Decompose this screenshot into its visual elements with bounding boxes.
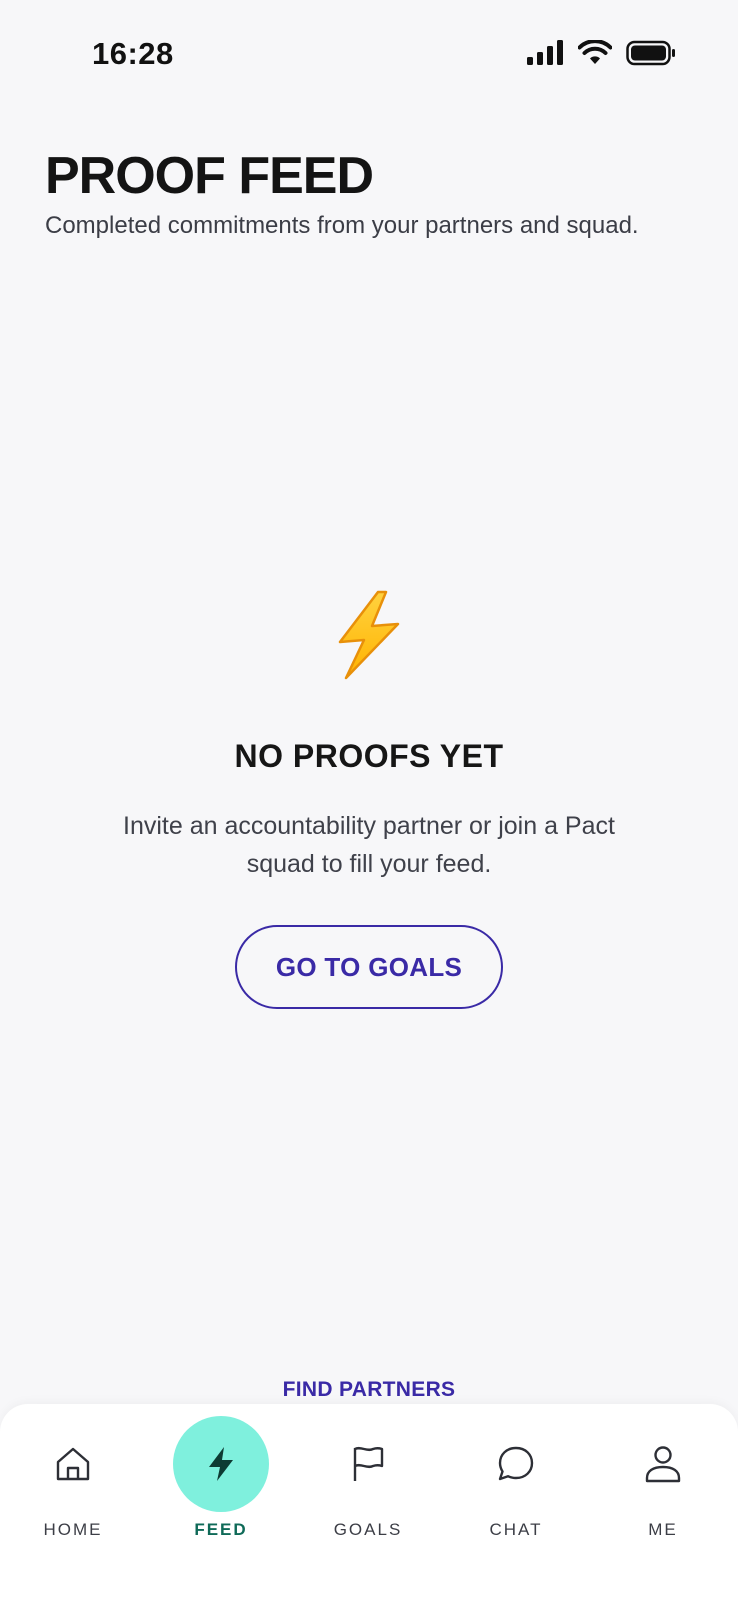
user-icon	[645, 1446, 681, 1483]
tab-feed[interactable]: FEED	[161, 1404, 281, 1554]
tab-goals[interactable]: GOALS	[308, 1404, 428, 1554]
wifi-icon	[578, 40, 612, 64]
goals-icon-container	[320, 1416, 416, 1512]
lightning-bolt-icon	[338, 590, 400, 680]
page-subtitle: Completed commitments from your partners…	[45, 212, 639, 239]
find-partners-link[interactable]: FIND PARTNERS	[0, 1378, 738, 1402]
tab-feed-label: FEED	[194, 1520, 248, 1539]
tab-home-label: HOME	[43, 1520, 103, 1539]
feed-icon-container	[173, 1416, 269, 1512]
empty-state-message: Invite an accountability partner or join…	[123, 812, 615, 878]
status-bar: 16:28	[0, 0, 738, 110]
go-to-goals-button[interactable]: GO TO GOALS	[235, 925, 503, 1009]
chat-icon-container	[468, 1416, 564, 1512]
tab-me[interactable]: ME	[603, 1404, 723, 1554]
tab-chat-label: CHAT	[489, 1520, 543, 1539]
bottom-tab-bar: HOME FEED GOALS CHAT ME	[0, 1404, 738, 1600]
home-icon	[56, 1447, 90, 1481]
tab-goals-label: GOALS	[333, 1520, 403, 1539]
flag-icon	[353, 1446, 384, 1481]
tab-chat[interactable]: CHAT	[456, 1404, 576, 1554]
status-time: 16:28	[92, 36, 174, 71]
status-icons	[526, 40, 676, 66]
bolt-icon	[209, 1447, 233, 1481]
me-icon-container	[615, 1416, 711, 1512]
page-title: PROOF FEED	[45, 147, 374, 205]
battery-icon	[626, 40, 675, 66]
tab-home[interactable]: HOME	[13, 1404, 133, 1554]
tab-me-label: ME	[648, 1520, 678, 1539]
signal-icon	[527, 40, 563, 65]
home-icon-container	[25, 1416, 121, 1512]
chat-bubble-icon	[498, 1446, 534, 1481]
empty-state: NO PROOFS YET Invite an accountability p…	[0, 590, 738, 1009]
empty-state-title: NO PROOFS YET	[234, 738, 504, 774]
